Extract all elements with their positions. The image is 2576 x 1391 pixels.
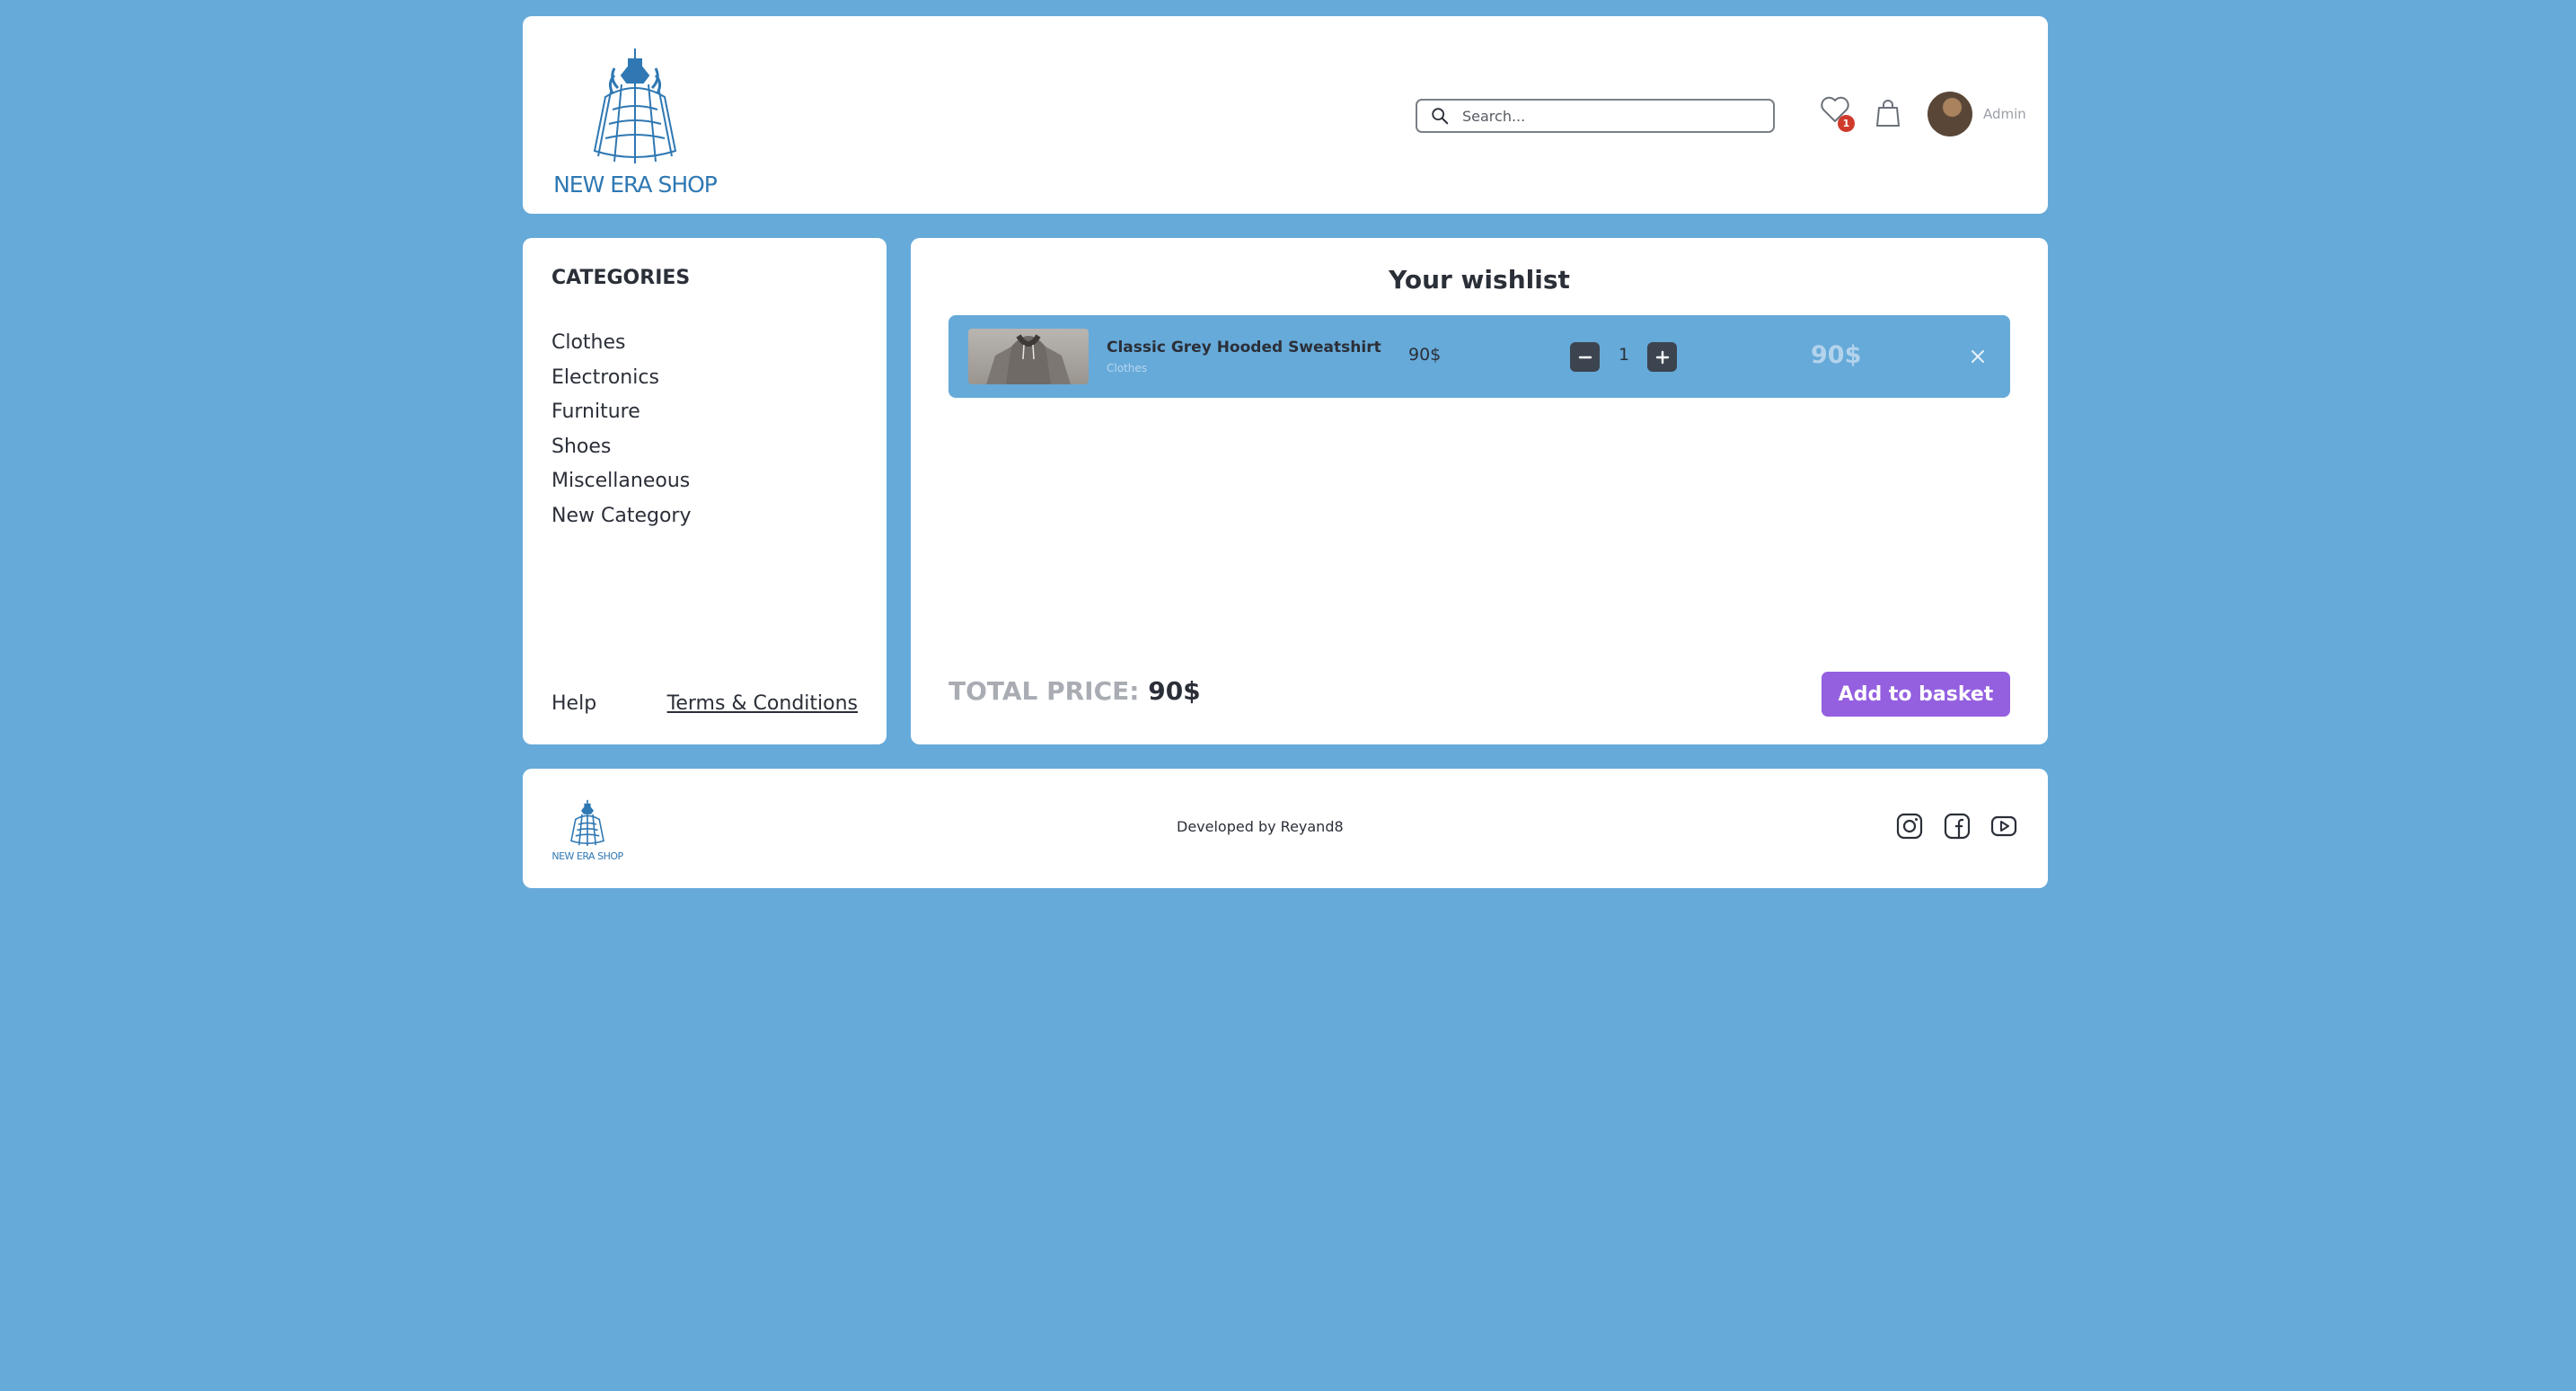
categories-sidebar: CATEGORIES Clothes Electronics Furniture…	[523, 238, 887, 744]
facebook-link[interactable]	[1943, 812, 1972, 841]
youtube-link[interactable]	[1989, 812, 2018, 841]
total-price: TOTAL PRICE: 90$	[948, 676, 1201, 706]
category-item-clothes[interactable]: Clothes	[551, 326, 691, 361]
quantity-value: 1	[1618, 345, 1630, 365]
cart-button[interactable]	[1874, 97, 1902, 129]
user-name[interactable]: Admin	[1983, 106, 2026, 122]
mannequin-logo-icon	[593, 48, 677, 163]
footer-logo-text: NEW ERA SHOP	[551, 850, 623, 862]
user-avatar[interactable]	[1928, 92, 1972, 136]
footer: NEW ERA SHOP Developed by Reyand8	[523, 769, 2048, 888]
wishlist-button[interactable]: 1	[1820, 95, 1856, 135]
terms-link[interactable]: Terms & Conditions	[667, 692, 858, 715]
footer-logo[interactable]: NEW ERA SHOP	[551, 799, 623, 862]
category-item-electronics[interactable]: Electronics	[551, 361, 691, 396]
instagram-link[interactable]	[1895, 812, 1924, 841]
wishlist-panel: Your wishlist Classic Grey Hooded Sweats…	[911, 238, 2048, 744]
increase-quantity-button[interactable]	[1647, 342, 1677, 372]
product-image[interactable]	[968, 329, 1089, 384]
product-category: Clothes	[1107, 362, 1147, 374]
header: NEW ERA SHOP 1 Admin	[523, 16, 2048, 214]
category-item-furniture[interactable]: Furniture	[551, 395, 691, 430]
remove-item-button[interactable]	[1969, 348, 1987, 365]
categories-title: CATEGORIES	[551, 267, 691, 289]
logo-text: NEW ERA SHOP	[553, 172, 718, 198]
plus-icon	[1655, 350, 1669, 364]
product-name[interactable]: Classic Grey Hooded Sweatshirt	[1107, 339, 1381, 357]
developer-credit: Developed by Reyand8	[1177, 818, 1344, 835]
shopping-bag-icon	[1876, 100, 1900, 127]
help-link[interactable]: Help	[551, 692, 596, 715]
search-icon	[1432, 108, 1449, 125]
wishlist-item: Classic Grey Hooded Sweatshirt Clothes 9…	[948, 315, 2010, 398]
wishlist-count-badge: 1	[1838, 115, 1855, 132]
minus-icon	[1578, 356, 1592, 358]
category-list: Clothes Electronics Furniture Shoes Misc…	[551, 326, 691, 534]
category-item-miscellaneous[interactable]: Miscellaneous	[551, 464, 691, 499]
add-to-basket-button[interactable]: Add to basket	[1822, 672, 2010, 717]
instagram-icon	[1896, 813, 1923, 840]
close-icon	[1972, 350, 1984, 363]
category-item-new-category[interactable]: New Category	[551, 499, 691, 534]
page-title: Your wishlist	[1389, 265, 1570, 295]
product-price: 90$	[1408, 345, 1442, 365]
youtube-icon	[1990, 815, 2017, 837]
item-total-price: 90$	[1811, 341, 1862, 369]
total-price-value: 90$	[1148, 676, 1201, 706]
category-item-shoes[interactable]: Shoes	[551, 430, 691, 465]
facebook-icon	[1944, 813, 1971, 840]
search-bar[interactable]	[1416, 99, 1775, 133]
decrease-quantity-button[interactable]	[1570, 342, 1600, 372]
shop-logo[interactable]: NEW ERA SHOP	[550, 47, 720, 198]
search-input[interactable]	[1462, 107, 1759, 125]
mannequin-logo-icon	[570, 799, 604, 846]
total-price-label: TOTAL PRICE:	[948, 676, 1140, 706]
